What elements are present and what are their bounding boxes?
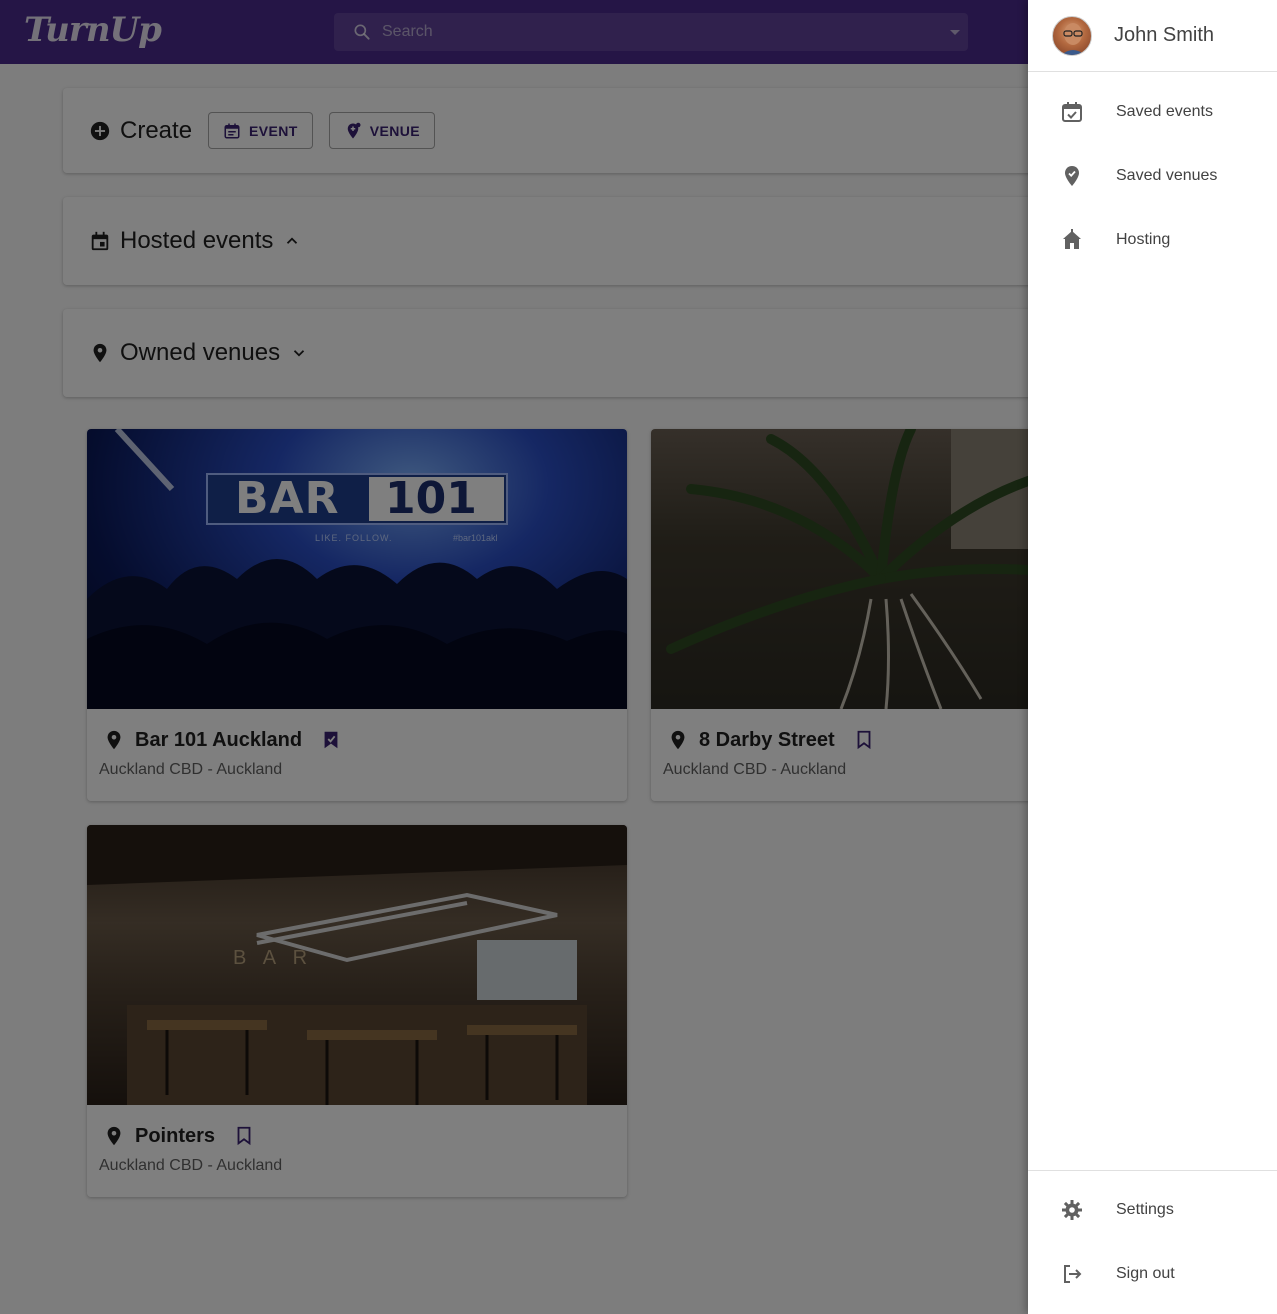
drawer-divider (1028, 1170, 1277, 1171)
user-name: John Smith (1114, 24, 1215, 46)
drawer-item-saved-events[interactable]: Saved events (1028, 80, 1277, 144)
drawer-item-label: Sign out (1116, 1265, 1175, 1282)
drawer-item-label: Saved venues (1116, 167, 1218, 184)
drawer-item-sign-out[interactable]: Sign out (1028, 1242, 1277, 1306)
house-icon (1063, 229, 1081, 249)
gear-icon (1062, 1200, 1082, 1220)
drawer-item-label: Hosting (1116, 231, 1171, 248)
drawer-header: John Smith (1028, 0, 1277, 72)
drawer-item-label: Saved events (1116, 103, 1213, 120)
event-available-icon (1062, 102, 1082, 122)
drawer-item-label: Settings (1116, 1201, 1174, 1218)
drawer-item-hosting[interactable]: Hosting (1028, 208, 1277, 272)
drawer-item-settings[interactable]: Settings (1028, 1178, 1277, 1242)
user-drawer: John Smith Saved events Saved venues Hos… (1028, 0, 1277, 1314)
avatar[interactable] (1052, 15, 1092, 56)
exit-icon (1064, 1265, 1082, 1283)
drawer-item-saved-venues[interactable]: Saved venues (1028, 144, 1277, 208)
place-check-icon (1065, 166, 1079, 186)
